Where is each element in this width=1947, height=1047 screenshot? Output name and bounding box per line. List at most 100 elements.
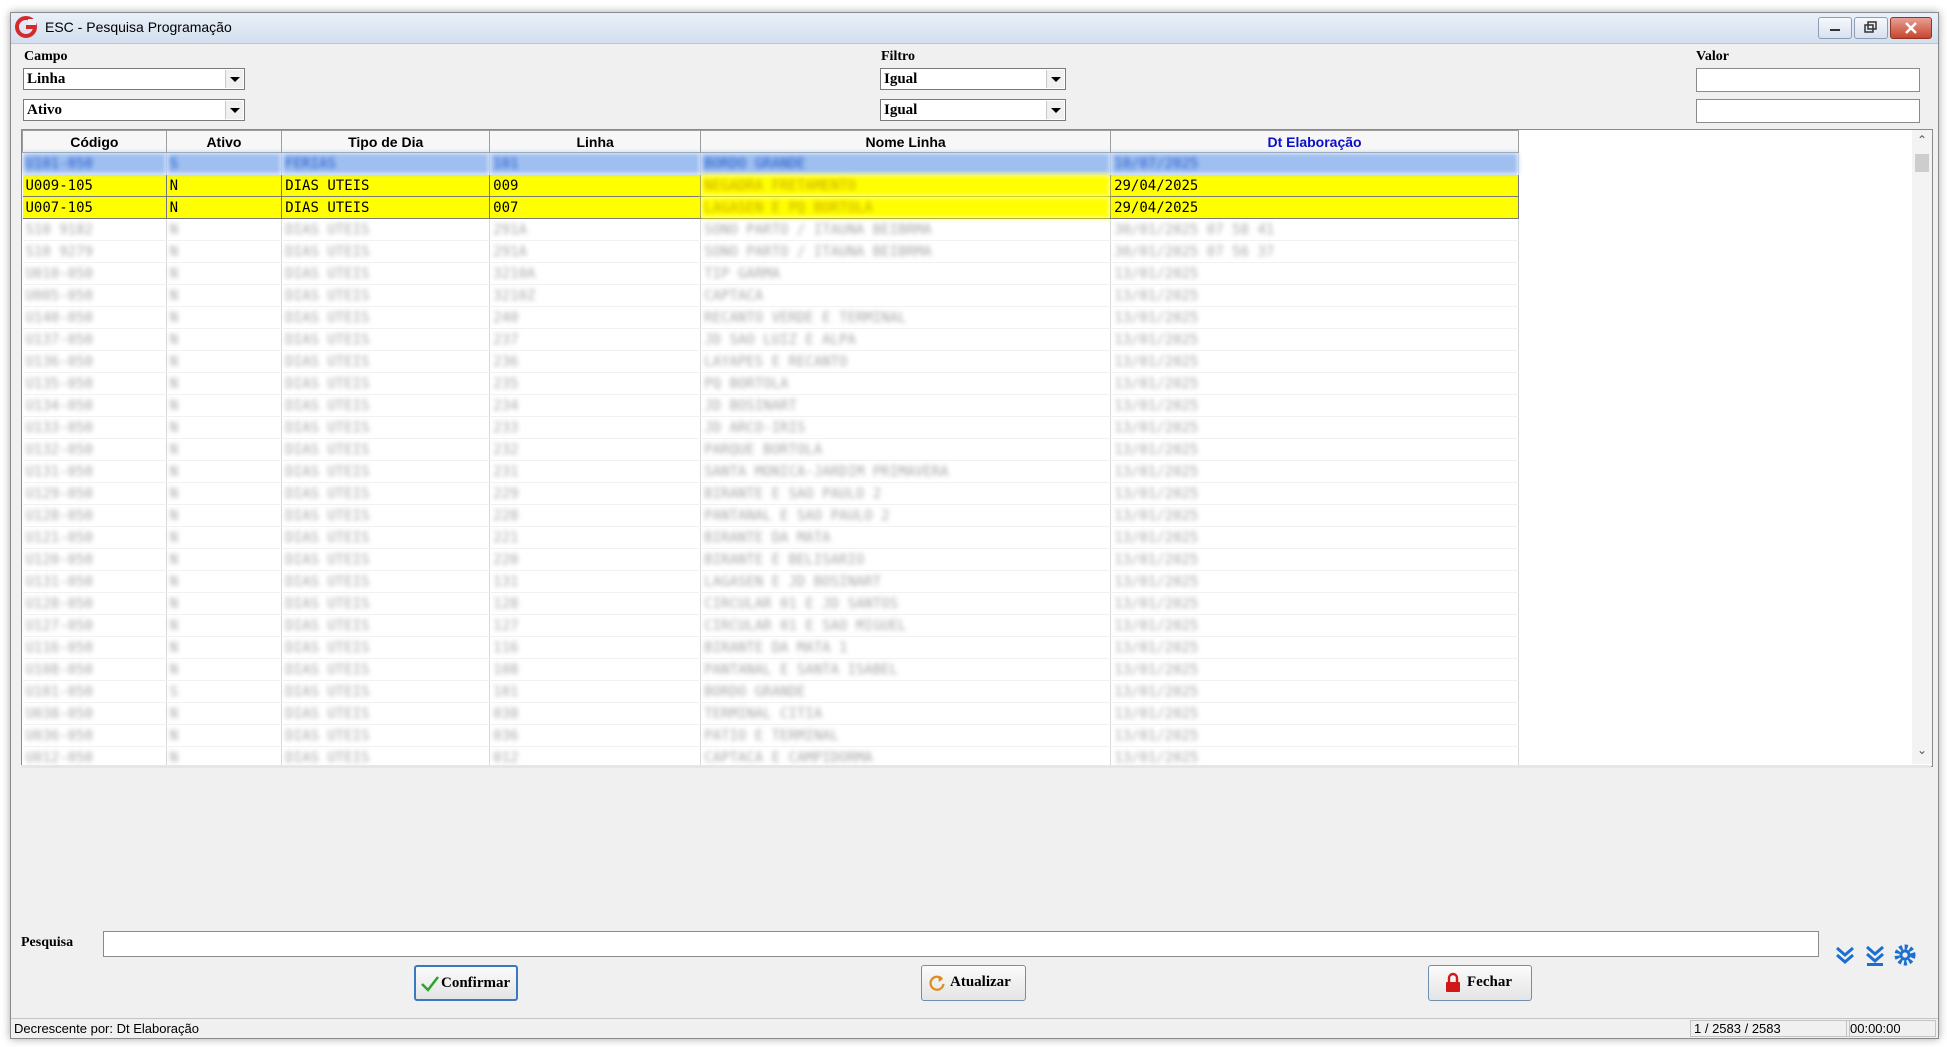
table-row[interactable]: U010-050 N DIAS UTEIS 3210A TIP GARMA 13/01/2… xyxy=(22,262,1519,285)
cell-nome-linha: LAGASEN E JD BOSINART xyxy=(700,570,1112,593)
table-row[interactable]: U012-050 N DIAS UTEIS 012 CAPTACA E CAMPIDOR… xyxy=(22,746,1519,766)
table-row[interactable]: U038-050 N DIAS UTEIS 038 TERMINAL CITIA 13/0… xyxy=(22,702,1519,725)
results-table: Código Ativo Tipo de Dia Linha Nome Linh… xyxy=(22,130,1519,766)
chevron-down-icon[interactable] xyxy=(225,70,243,88)
confirm-button[interactable]: Confirmar xyxy=(414,965,518,1001)
header-row: Código Ativo Tipo de Dia Linha Nome Linh… xyxy=(22,130,1519,153)
cell-nome-linha: TIP GARMA xyxy=(700,262,1112,285)
column-header-linha[interactable]: Linha xyxy=(489,130,702,153)
table-row[interactable]: U137-050 N DIAS UTEIS 237 JD SAO LUIZ E ALPA… xyxy=(22,328,1519,351)
cell-nome-linha: CAPTACA xyxy=(700,284,1112,307)
valor-input-1[interactable] xyxy=(1696,68,1920,92)
cell-ativo: N xyxy=(166,592,283,615)
cell-nome-linha: BIRANTE DA MATA 1 xyxy=(700,636,1112,659)
cell-codigo: U010-050 xyxy=(22,262,167,285)
column-header-codigo[interactable]: Código xyxy=(22,130,167,153)
table-row[interactable]: U101-050 S DIAS UTEIS 101 BORDO GRANDE 13/01/… xyxy=(22,680,1519,703)
cell-ativo: N xyxy=(166,460,283,483)
cell-ativo: N xyxy=(166,284,283,307)
restore-icon xyxy=(1864,21,1877,33)
cell-tipo-de-dia: DIAS UTEIS xyxy=(281,724,491,747)
table-row[interactable]: U128-050 N DIAS UTEIS 128 CIRCULAR 01 E JD S… xyxy=(22,592,1519,615)
cell-linha: 233 xyxy=(489,416,702,439)
cell-dt-elaboracao: 13/01/2025 xyxy=(1110,460,1519,483)
chevron-down-icon[interactable] xyxy=(1046,101,1064,119)
cell-nome-linha: SANTA MONICA-JARDIM PRIMAVERA xyxy=(700,460,1112,483)
cell-linha: 101 xyxy=(489,680,702,703)
chevron-down-icon[interactable] xyxy=(225,101,243,119)
refresh-button[interactable]: Atualizar xyxy=(921,965,1026,1001)
cell-linha: 3210Z xyxy=(489,284,702,307)
cell-dt-elaboracao: 13/01/2025 xyxy=(1110,526,1519,549)
cell-tipo-de-dia: DIAS UTEIS xyxy=(281,240,491,263)
cell-ativo: N xyxy=(166,614,283,637)
chevron-down-icon[interactable] xyxy=(1046,70,1064,88)
table-row[interactable]: U101-050 S FERIAS 101 BORDO GRANDE 10/07/2025 xyxy=(22,152,1519,175)
pesquisa-label: Pesquisa xyxy=(21,935,74,950)
minimize-button[interactable] xyxy=(1818,17,1852,39)
table-row[interactable]: U007-105 N DIAS UTEIS 007 LAGASEN E PQ BORTO… xyxy=(22,196,1519,219)
cell-tipo-de-dia: DIAS UTEIS xyxy=(281,394,491,417)
table-row[interactable]: U121-050 N DIAS UTEIS 221 BIRANTE DA MATA 13/… xyxy=(22,526,1519,549)
table-row[interactable]: U128-050 N DIAS UTEIS 228 PANTANAL E SAO PAU… xyxy=(22,504,1519,527)
cell-ativo: N xyxy=(166,482,283,505)
cell-dt-elaboracao: 13/01/2025 xyxy=(1110,592,1519,615)
table-row[interactable]: U135-050 N DIAS UTEIS 235 PQ BORTOLA 13/01/20… xyxy=(22,372,1519,395)
campo-select-2-value: Ativo xyxy=(27,102,62,118)
cell-linha: 220 xyxy=(489,548,702,571)
chevron-down-bar-icon[interactable] xyxy=(1863,943,1887,967)
cell-tipo-de-dia: DIAS UTEIS xyxy=(281,460,491,483)
table-row[interactable]: U108-050 N DIAS UTEIS 108 PANTANAL E SANTA I… xyxy=(22,658,1519,681)
results-grid[interactable]: Código Ativo Tipo de Dia Linha Nome Linh… xyxy=(21,129,1933,767)
table-row[interactable]: U134-050 N DIAS UTEIS 234 JD BOSINART 13/01/2… xyxy=(22,394,1519,417)
cell-tipo-de-dia: DIAS UTEIS xyxy=(281,636,491,659)
column-header-tipo-de-dia[interactable]: Tipo de Dia xyxy=(281,130,491,153)
cell-codigo: U121-050 xyxy=(22,526,167,549)
double-chevron-down-icon[interactable] xyxy=(1833,943,1857,967)
table-row[interactable]: U131-050 N DIAS UTEIS 231 SANTA MONICA-JARDI… xyxy=(22,460,1519,483)
table-row[interactable]: U136-050 N DIAS UTEIS 236 LAYAPES E RECANTO 1… xyxy=(22,350,1519,373)
table-row[interactable]: U140-050 N DIAS UTEIS 240 RECANTO VERDE E TE… xyxy=(22,306,1519,329)
table-row[interactable]: S10 9182 N DIAS UTEIS 291A SONO PARTO / ITAU… xyxy=(22,218,1519,241)
gear-icon[interactable] xyxy=(1893,943,1917,967)
table-row[interactable]: U009-105 N DIAS UTEIS 009 NEGADRA FRETAMENTO… xyxy=(22,174,1519,197)
cell-dt-elaboracao: 29/04/2025 xyxy=(1110,174,1519,197)
vertical-scrollbar[interactable]: ⌃ ⌄ xyxy=(1912,130,1932,764)
table-row[interactable]: U132-050 N DIAS UTEIS 232 PARQUE BORTOLA 13/0… xyxy=(22,438,1519,461)
campo-select-2[interactable]: Ativo xyxy=(23,99,245,121)
filtro-select-2[interactable]: Igual xyxy=(880,99,1066,121)
scroll-down-icon[interactable]: ⌄ xyxy=(1915,742,1929,758)
restore-button[interactable] xyxy=(1854,17,1888,39)
cell-codigo: U116-050 xyxy=(22,636,167,659)
cell-nome-linha: SONO PARTO / ITAUNA BEIBRMA xyxy=(700,240,1112,263)
close-window-button[interactable] xyxy=(1890,17,1932,39)
table-row[interactable]: U036-050 N DIAS UTEIS 036 PATIO E TERMINAL 13… xyxy=(22,724,1519,747)
cell-nome-linha: JD ARCO-IRIS xyxy=(700,416,1112,439)
scroll-up-icon[interactable]: ⌃ xyxy=(1915,132,1929,148)
campo-select-1[interactable]: Linha xyxy=(23,68,245,90)
table-row[interactable]: U120-050 N DIAS UTEIS 220 BIRANTE E BELISARI… xyxy=(22,548,1519,571)
cell-tipo-de-dia: DIAS UTEIS xyxy=(281,218,491,241)
table-row[interactable]: U005-050 N DIAS UTEIS 3210Z CAPTACA 13/01/202… xyxy=(22,284,1519,307)
column-header-nome-linha[interactable]: Nome Linha xyxy=(700,130,1112,153)
table-row[interactable]: S10 9279 N DIAS UTEIS 291A SONO PARTO / ITAU… xyxy=(22,240,1519,263)
cell-linha: 116 xyxy=(489,636,702,659)
cell-tipo-de-dia: DIAS UTEIS xyxy=(281,658,491,681)
scroll-thumb[interactable] xyxy=(1915,154,1929,172)
search-input[interactable] xyxy=(103,931,1819,957)
cell-codigo: U012-050 xyxy=(22,746,167,766)
column-header-dt-elaboracao[interactable]: Dt Elaboração xyxy=(1110,130,1519,153)
close-button[interactable]: Fechar xyxy=(1428,965,1532,1001)
valor-input-2[interactable] xyxy=(1696,99,1920,123)
cell-ativo: N xyxy=(166,636,283,659)
table-row[interactable]: U129-050 N DIAS UTEIS 229 BIRANTE E SAO PAUL… xyxy=(22,482,1519,505)
table-row[interactable]: U133-050 N DIAS UTEIS 233 JD ARCO-IRIS 13/01/… xyxy=(22,416,1519,439)
column-header-ativo[interactable]: Ativo xyxy=(165,130,283,153)
table-row[interactable]: U127-050 N DIAS UTEIS 127 CIRCULAR 01 E SAO … xyxy=(22,614,1519,637)
cell-dt-elaboracao: 13/01/2025 xyxy=(1110,570,1519,593)
filtro-select-1[interactable]: Igual xyxy=(880,68,1066,90)
table-row[interactable]: U116-050 N DIAS UTEIS 116 BIRANTE DA MATA 11… xyxy=(22,636,1519,659)
cell-codigo: U131-050 xyxy=(22,460,167,483)
cell-nome-linha: RECANTO VERDE E TERMINAL xyxy=(700,306,1112,329)
table-row[interactable]: U131-050 N DIAS UTEIS 131 LAGASEN E JD BOSIN… xyxy=(22,570,1519,593)
